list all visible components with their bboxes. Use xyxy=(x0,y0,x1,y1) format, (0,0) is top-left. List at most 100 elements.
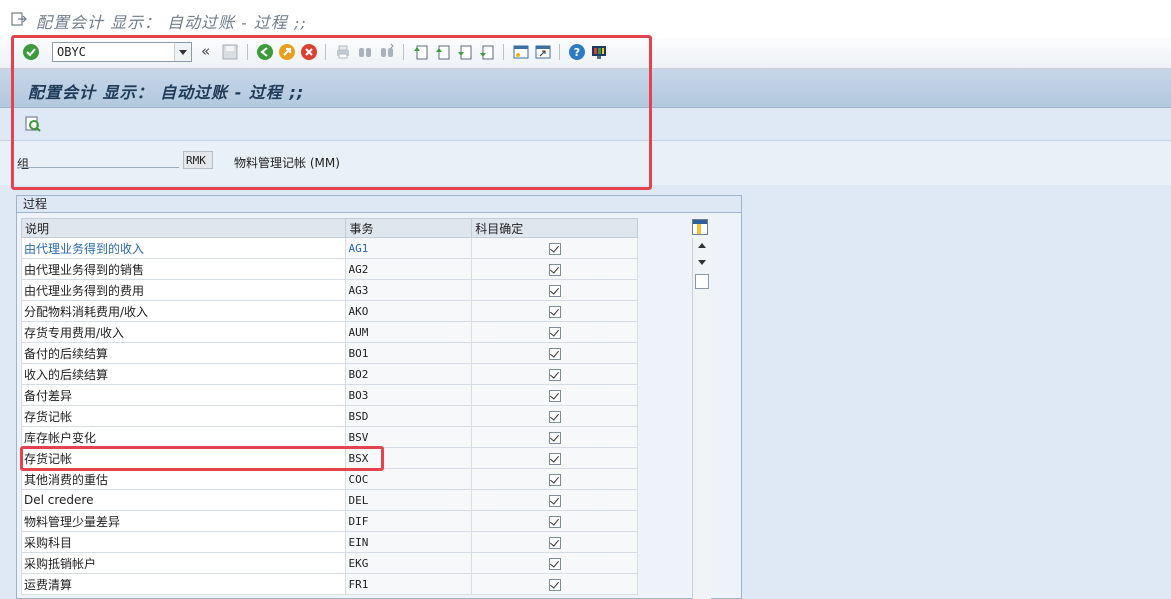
row-transaction-code[interactable]: AG1 xyxy=(345,237,473,259)
row-description[interactable]: 分配物料消耗费用/收入 xyxy=(20,300,347,322)
table-row[interactable]: 采购科目 EIN xyxy=(20,531,638,553)
row-description[interactable]: Del credere xyxy=(20,489,347,511)
column-header-account-determination[interactable]: 科目确定 xyxy=(471,218,638,238)
customize-layout-icon[interactable] xyxy=(590,43,608,61)
checkbox-checked[interactable] xyxy=(548,410,561,423)
table-row[interactable]: 运费清算 FR1 xyxy=(20,573,638,595)
table-row[interactable]: 由代理业务得到的销售 AG2 xyxy=(20,258,638,280)
row-transaction-code[interactable]: BSV xyxy=(345,426,473,448)
table-row[interactable]: Del credere DEL xyxy=(20,489,638,511)
vertical-scrollbar[interactable] xyxy=(692,238,711,599)
checkbox-checked[interactable] xyxy=(548,242,561,255)
first-page-icon[interactable] xyxy=(412,43,430,61)
table-row[interactable]: 存货记帐 BSX xyxy=(20,447,638,469)
row-account-determination xyxy=(471,237,638,259)
table-row[interactable]: 由代理业务得到的收入 AG1 xyxy=(20,237,638,259)
cancel-icon[interactable] xyxy=(300,43,318,61)
column-header-description[interactable]: 说明 xyxy=(20,218,347,238)
command-field[interactable]: OBYC xyxy=(52,42,192,62)
row-description[interactable]: 备付的后续结算 xyxy=(20,342,347,364)
create-session-icon[interactable] xyxy=(512,43,530,61)
row-description[interactable]: 由代理业务得到的销售 xyxy=(20,258,347,280)
row-description[interactable]: 备付差异 xyxy=(20,384,347,406)
table-row[interactable]: 物料管理少量差异 DIF xyxy=(20,510,638,532)
exit-icon[interactable] xyxy=(278,43,296,61)
row-description[interactable]: 物料管理少量差异 xyxy=(20,510,347,532)
checkbox-checked[interactable] xyxy=(548,347,561,360)
table-row[interactable]: 备付差异 BO3 xyxy=(20,384,638,406)
table-row[interactable]: 收入的后续结算 BO2 xyxy=(20,363,638,385)
column-header-transaction[interactable]: 事务 xyxy=(345,218,473,238)
row-transaction-code[interactable]: DEL xyxy=(345,489,473,511)
row-transaction-code[interactable]: BSD xyxy=(345,405,473,427)
row-transaction-code[interactable]: BO1 xyxy=(345,342,473,364)
row-transaction-code[interactable]: AG3 xyxy=(345,279,473,301)
row-description[interactable]: 运费清算 xyxy=(20,573,347,595)
scroll-down-icon[interactable] xyxy=(698,260,706,265)
row-transaction-code[interactable]: COC xyxy=(345,468,473,490)
table-row[interactable]: 其他消费的重估 COC xyxy=(20,468,638,490)
checkbox-checked[interactable] xyxy=(548,284,561,297)
find-icon[interactable] xyxy=(356,43,374,61)
table-row[interactable]: 分配物料消耗费用/收入 AKO xyxy=(20,300,638,322)
checkbox-checked[interactable] xyxy=(548,557,561,570)
table-row[interactable]: 由代理业务得到的费用 AG3 xyxy=(20,279,638,301)
back-icon[interactable] xyxy=(256,43,274,61)
checkbox-checked[interactable] xyxy=(548,494,561,507)
row-transaction-code[interactable]: FR1 xyxy=(345,573,473,595)
table-row[interactable]: 库存帐户变化 BSV xyxy=(20,426,638,448)
row-description[interactable]: 由代理业务得到的费用 xyxy=(20,279,347,301)
row-transaction-code[interactable]: BO2 xyxy=(345,363,473,385)
row-description[interactable]: 存货记帐 xyxy=(20,405,347,427)
find-next-icon[interactable] xyxy=(378,43,396,61)
row-description[interactable]: 库存帐户变化 xyxy=(20,426,347,448)
row-transaction-code[interactable]: BO3 xyxy=(345,384,473,406)
row-transaction-code[interactable]: DIF xyxy=(345,510,473,532)
save-icon[interactable] xyxy=(221,43,239,61)
checkbox-checked[interactable] xyxy=(548,431,561,444)
row-description[interactable]: 其他消费的重估 xyxy=(20,468,347,490)
checkbox-checked[interactable] xyxy=(548,368,561,381)
previous-page-icon[interactable] xyxy=(434,43,452,61)
display-details-icon[interactable] xyxy=(24,115,42,133)
group-field[interactable]: RMK xyxy=(183,151,213,169)
scroll-up-icon[interactable] xyxy=(698,243,706,248)
print-icon[interactable] xyxy=(334,43,352,61)
checkbox-checked[interactable] xyxy=(548,452,561,465)
table-row[interactable]: 存货记帐 BSD xyxy=(20,405,638,427)
row-description[interactable]: 收入的后续结算 xyxy=(20,363,347,385)
checkbox-checked[interactable] xyxy=(548,305,561,318)
help-icon[interactable]: ? xyxy=(568,43,586,61)
row-transaction-code[interactable]: BSX xyxy=(345,447,473,469)
chevron-down-icon[interactable] xyxy=(174,43,191,61)
row-transaction-code[interactable]: AUM xyxy=(345,321,473,343)
checkbox-checked[interactable] xyxy=(548,536,561,549)
generate-shortcut-icon[interactable] xyxy=(534,43,552,61)
row-description[interactable]: 由代理业务得到的收入 xyxy=(20,237,347,259)
row-transaction-code[interactable]: AG2 xyxy=(345,258,473,280)
checkbox-checked[interactable] xyxy=(548,515,561,528)
row-description[interactable]: 采购科目 xyxy=(20,531,347,553)
row-description[interactable]: 存货专用费用/收入 xyxy=(20,321,347,343)
checkbox-checked[interactable] xyxy=(548,389,561,402)
row-description[interactable]: 采购抵销帐户 xyxy=(20,552,347,574)
row-account-determination xyxy=(471,342,638,364)
checkbox-checked[interactable] xyxy=(548,326,561,339)
collapse-command-icon[interactable]: « xyxy=(201,42,210,60)
checkbox-checked[interactable] xyxy=(548,578,561,591)
last-page-icon[interactable] xyxy=(478,43,496,61)
checkbox-checked[interactable] xyxy=(548,473,561,486)
row-description[interactable]: 存货记帐 xyxy=(20,447,347,469)
checkbox-checked[interactable] xyxy=(548,263,561,276)
menu-icon[interactable] xyxy=(11,11,27,27)
table-row[interactable]: 采购抵销帐户 EKG xyxy=(20,552,638,574)
table-row[interactable]: 备付的后续结算 BO1 xyxy=(20,342,638,364)
row-transaction-code[interactable]: EKG xyxy=(345,552,473,574)
table-settings-icon[interactable] xyxy=(692,219,708,235)
next-page-icon[interactable] xyxy=(456,43,474,61)
row-transaction-code[interactable]: EIN xyxy=(345,531,473,553)
table-row[interactable]: 存货专用费用/收入 AUM xyxy=(20,321,638,343)
row-transaction-code[interactable]: AKO xyxy=(345,300,473,322)
enter-icon[interactable] xyxy=(22,43,40,61)
scroll-thumb[interactable] xyxy=(695,274,709,289)
